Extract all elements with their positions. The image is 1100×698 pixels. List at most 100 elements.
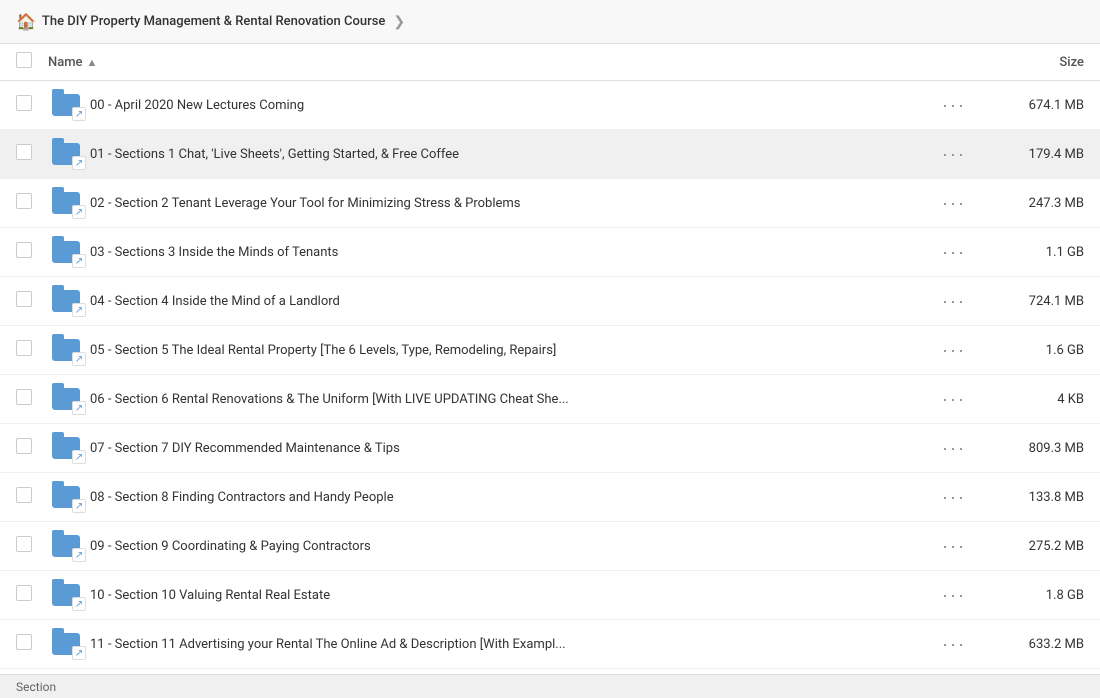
table-row[interactable]: ↗ 03 - Sections 3 Inside the Minds of Te… (0, 228, 1100, 277)
row-checkbox[interactable] (16, 340, 32, 356)
row-size: 633.2 MB (984, 637, 1084, 652)
folder-icon: ↗ (48, 189, 84, 217)
row-filename: 02 - Section 2 Tenant Leverage Your Tool… (84, 196, 924, 211)
row-checkbox-col (16, 634, 48, 654)
folder-export-arrow-icon: ↗ (72, 597, 86, 611)
row-actions: ··· (924, 93, 984, 118)
row-filename: 01 - Sections 1 Chat, 'Live Sheets', Get… (84, 147, 924, 162)
row-checkbox[interactable] (16, 95, 32, 111)
row-more-button[interactable]: ··· (936, 289, 972, 314)
row-more-button[interactable]: ··· (936, 338, 972, 363)
table-row[interactable]: ↗ 05 - Section 5 The Ideal Rental Proper… (0, 326, 1100, 375)
folder-icon: ↗ (48, 287, 84, 315)
row-checkbox-col (16, 193, 48, 213)
folder-export-arrow-icon: ↗ (72, 499, 86, 513)
row-filename: 08 - Section 8 Finding Contractors and H… (84, 490, 924, 505)
row-checkbox-col (16, 95, 48, 115)
row-filename: 11 - Section 11 Advertising your Rental … (84, 637, 924, 652)
breadcrumb-arrow-icon: ❯ (393, 14, 405, 30)
row-checkbox[interactable] (16, 144, 32, 160)
row-checkbox-col (16, 242, 48, 262)
folder-icon: ↗ (48, 385, 84, 413)
select-all-checkbox[interactable] (16, 52, 32, 68)
table-row[interactable]: ↗ 04 - Section 4 Inside the Mind of a La… (0, 277, 1100, 326)
table-row[interactable]: ↗ 02 - Section 2 Tenant Leverage Your To… (0, 179, 1100, 228)
folder-export-arrow-icon: ↗ (72, 205, 86, 219)
row-checkbox-col (16, 291, 48, 311)
row-more-button[interactable]: ··· (936, 93, 972, 118)
folder-export-arrow-icon: ↗ (72, 401, 86, 415)
row-filename: 10 - Section 10 Valuing Rental Real Esta… (84, 588, 924, 603)
status-bar: Section (0, 674, 1100, 698)
row-checkbox[interactable] (16, 291, 32, 307)
row-checkbox[interactable] (16, 193, 32, 209)
row-checkbox[interactable] (16, 634, 32, 650)
row-size: 247.3 MB (984, 196, 1084, 211)
table-row[interactable]: ↗ 01 - Sections 1 Chat, 'Live Sheets', G… (0, 130, 1100, 179)
row-size: 4 KB (984, 392, 1084, 407)
row-filename: 05 - Section 5 The Ideal Rental Property… (84, 343, 924, 358)
row-actions: ··· (924, 583, 984, 608)
folder-icon: ↗ (48, 238, 84, 266)
folder-export-arrow-icon: ↗ (72, 646, 86, 660)
file-list: ↗ 00 - April 2020 New Lectures Coming ··… (0, 81, 1100, 669)
folder-export-arrow-icon: ↗ (72, 548, 86, 562)
row-checkbox-col (16, 340, 48, 360)
row-more-button[interactable]: ··· (936, 240, 972, 265)
row-filename: 03 - Sections 3 Inside the Minds of Tena… (84, 245, 924, 260)
folder-icon: ↗ (48, 581, 84, 609)
name-column-header[interactable]: Name ▲ (48, 55, 984, 70)
table-row[interactable]: ↗ 08 - Section 8 Finding Contractors and… (0, 473, 1100, 522)
row-filename: 07 - Section 7 DIY Recommended Maintenan… (84, 441, 924, 456)
folder-export-arrow-icon: ↗ (72, 352, 86, 366)
name-column-label: Name (48, 55, 83, 70)
row-size: 1.1 GB (984, 245, 1084, 260)
row-actions: ··· (924, 191, 984, 216)
table-row[interactable]: ↗ 11 - Section 11 Advertising your Renta… (0, 620, 1100, 669)
row-more-button[interactable]: ··· (936, 583, 972, 608)
row-size: 674.1 MB (984, 98, 1084, 113)
row-checkbox[interactable] (16, 585, 32, 601)
row-checkbox[interactable] (16, 536, 32, 552)
row-actions: ··· (924, 289, 984, 314)
folder-icon: ↗ (48, 434, 84, 462)
table-row[interactable]: ↗ 06 - Section 6 Rental Renovations & Th… (0, 375, 1100, 424)
sort-arrow-icon: ▲ (87, 56, 98, 69)
row-checkbox[interactable] (16, 242, 32, 258)
row-checkbox[interactable] (16, 487, 32, 503)
breadcrumb: 🏠 The DIY Property Management & Rental R… (0, 0, 1100, 44)
folder-export-arrow-icon: ↗ (72, 450, 86, 464)
table-row[interactable]: ↗ 10 - Section 10 Valuing Rental Real Es… (0, 571, 1100, 620)
row-checkbox[interactable] (16, 438, 32, 454)
row-more-button[interactable]: ··· (936, 632, 972, 657)
folder-icon: ↗ (48, 140, 84, 168)
row-checkbox-col (16, 536, 48, 556)
row-size: 179.4 MB (984, 147, 1084, 162)
row-more-button[interactable]: ··· (936, 142, 972, 167)
row-actions: ··· (924, 436, 984, 461)
row-actions: ··· (924, 387, 984, 412)
row-actions: ··· (924, 240, 984, 265)
row-filename: 04 - Section 4 Inside the Mind of a Land… (84, 294, 924, 309)
row-size: 1.6 GB (984, 343, 1084, 358)
row-checkbox[interactable] (16, 389, 32, 405)
table-row[interactable]: ↗ 09 - Section 9 Coordinating & Paying C… (0, 522, 1100, 571)
table-row[interactable]: ↗ 00 - April 2020 New Lectures Coming ··… (0, 81, 1100, 130)
row-checkbox-col (16, 144, 48, 164)
row-more-button[interactable]: ··· (936, 436, 972, 461)
row-more-button[interactable]: ··· (936, 534, 972, 559)
size-column-header[interactable]: Size (984, 55, 1084, 70)
row-checkbox-col (16, 585, 48, 605)
row-actions: ··· (924, 338, 984, 363)
header-checkbox-col (16, 52, 48, 72)
table-row[interactable]: ↗ 07 - Section 7 DIY Recommended Mainten… (0, 424, 1100, 473)
breadcrumb-title: The DIY Property Management & Rental Ren… (42, 14, 385, 29)
row-checkbox-col (16, 438, 48, 458)
folder-export-arrow-icon: ↗ (72, 303, 86, 317)
row-more-button[interactable]: ··· (936, 485, 972, 510)
folder-icon: ↗ (48, 91, 84, 119)
row-actions: ··· (924, 632, 984, 657)
row-more-button[interactable]: ··· (936, 191, 972, 216)
row-checkbox-col (16, 487, 48, 507)
row-more-button[interactable]: ··· (936, 387, 972, 412)
